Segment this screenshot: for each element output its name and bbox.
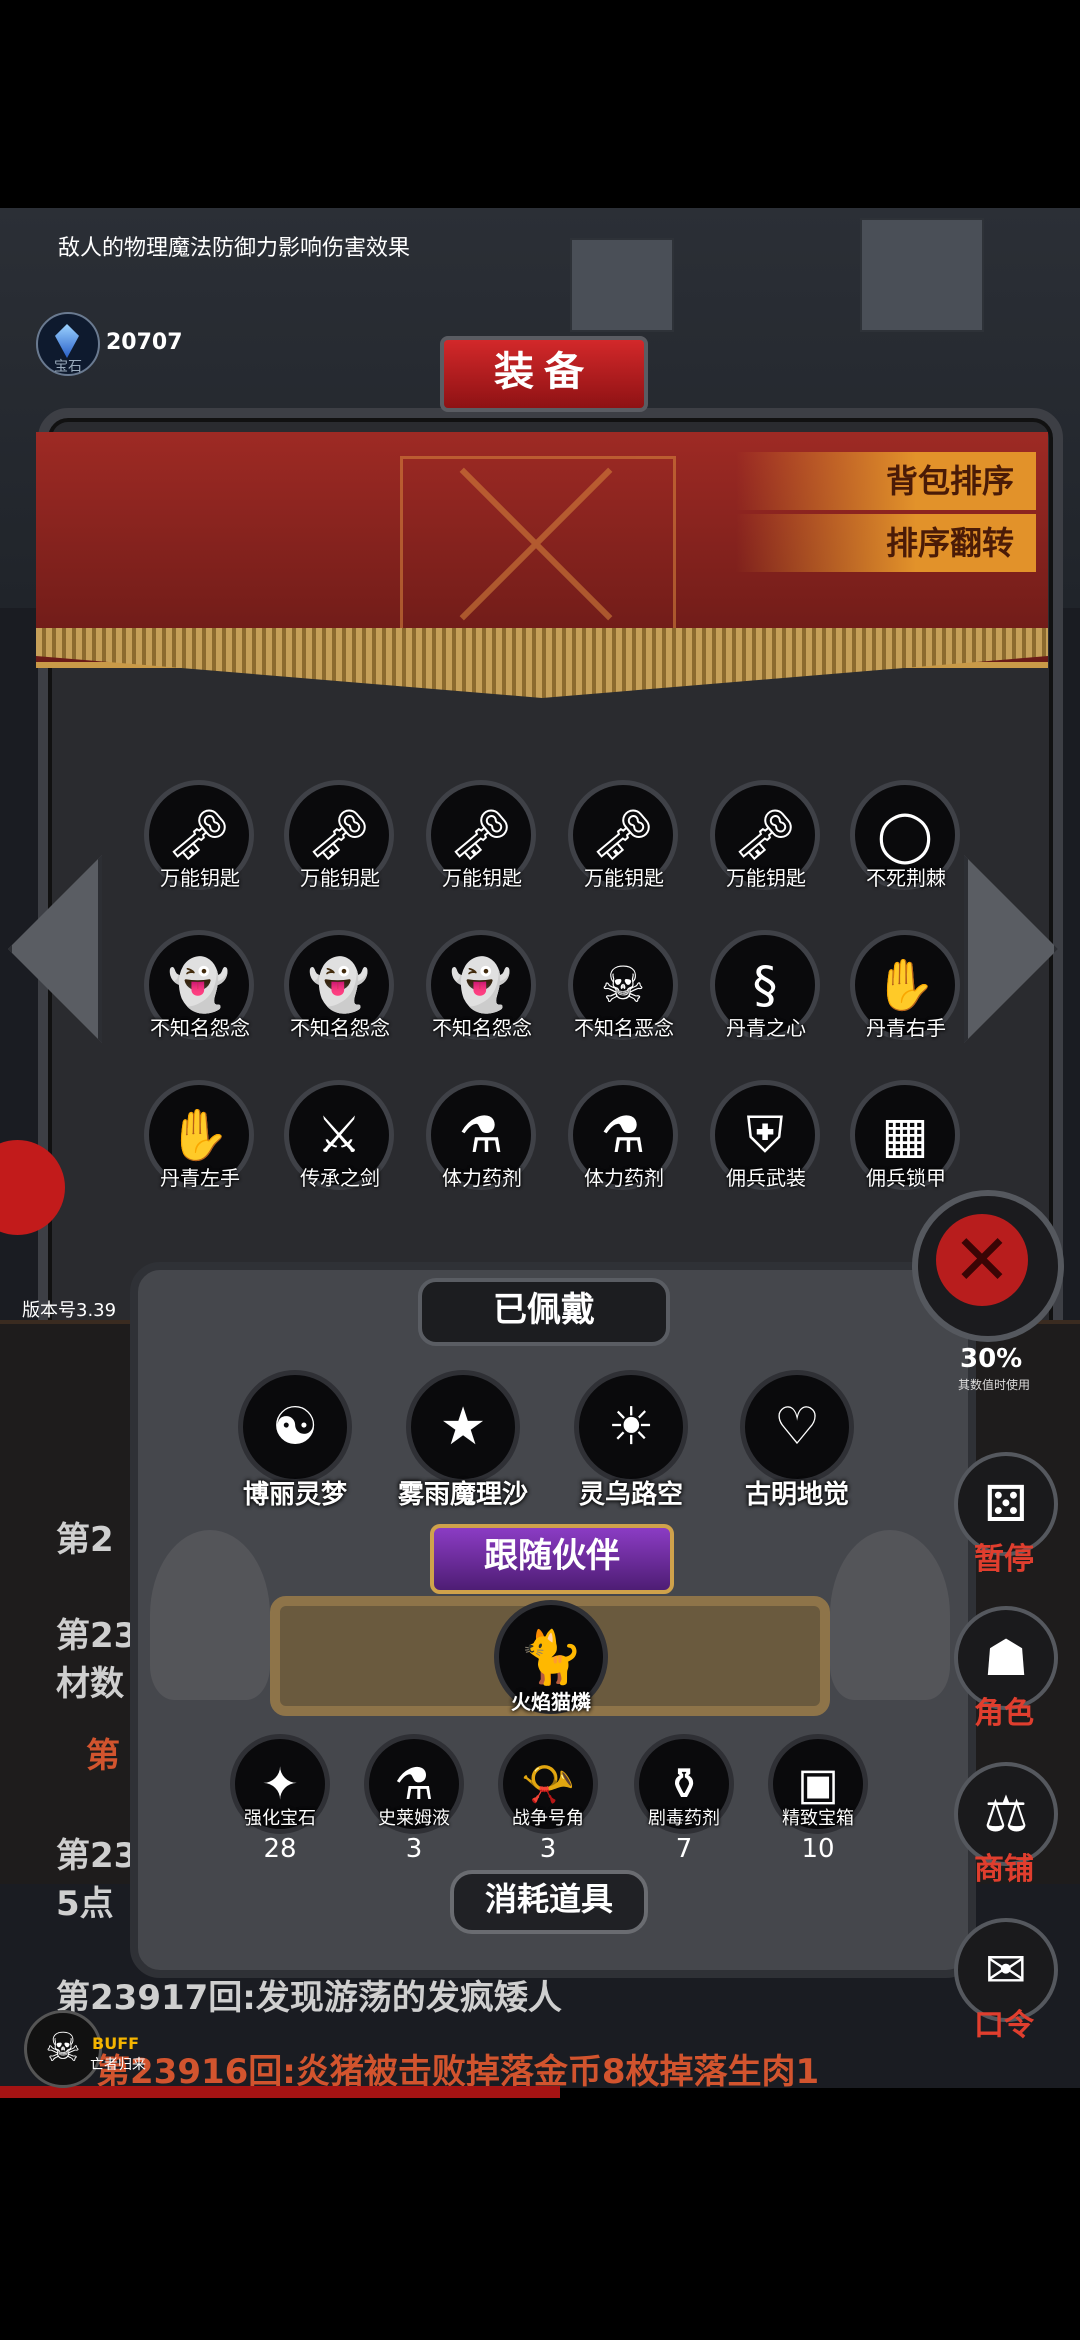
side-button-label: 口令 (974, 2008, 1034, 2043)
inventory-item[interactable]: 🗝 万能钥匙 (280, 776, 400, 916)
dragon-statue-right (830, 1530, 950, 1700)
speed-note: 其数值时使用 (958, 1378, 1031, 1392)
consumable-slot[interactable]: ⚱ 剧毒药剂 7 (634, 1734, 734, 1874)
panel-title: 装备 (440, 336, 648, 412)
hero-slot[interactable]: ♡ 古明地觉 (732, 1370, 862, 1520)
log-line: 第23 (56, 1836, 138, 1876)
hero-portrait: ★ (406, 1370, 520, 1484)
consumable-count: 7 (675, 1834, 693, 1864)
inventory-item[interactable]: ☠ 不知名恶念 (564, 926, 684, 1066)
item-label: 万能钥匙 (160, 866, 240, 890)
hero-slot[interactable]: ☯ 博丽灵梦 (230, 1370, 360, 1520)
hero-portrait: ☯ (238, 1370, 352, 1484)
side-button[interactable]: ⚄ 暂停 (954, 1452, 1058, 1602)
side-button-label: 商铺 (974, 1852, 1034, 1887)
consumable-count: 3 (539, 1834, 557, 1864)
consumable-count: 10 (801, 1834, 835, 1864)
reverse-sort-button[interactable]: 排序翻转 (736, 514, 1036, 572)
inventory-item[interactable]: ▦ 佣兵锁甲 (846, 1076, 966, 1216)
hero-slot[interactable]: ★ 雾雨魔理沙 (398, 1370, 528, 1520)
hero-portrait: ☀ (574, 1370, 688, 1484)
inventory-item[interactable]: ✋ 丹青左手 (140, 1076, 260, 1216)
log-line: 第 (86, 1736, 120, 1776)
sort-backpack-button[interactable]: 背包排序 (736, 452, 1036, 510)
item-label: 万能钥匙 (442, 866, 522, 890)
item-label: 不知名怨念 (150, 1016, 250, 1040)
currency-value: 20707 (106, 330, 183, 355)
buff-label: BUFF (92, 2034, 140, 2053)
close-button[interactable] (912, 1190, 1064, 1342)
item-label: 不知名恶念 (574, 1016, 674, 1040)
inventory-item[interactable]: 🗝 万能钥匙 (564, 776, 684, 916)
consumable-label: 精致宝箱 (782, 1808, 854, 1829)
skull-icon[interactable]: ☠ (24, 2010, 102, 2088)
side-button[interactable]: ✉ 口令 (954, 1918, 1058, 2068)
companion-name: 火焰猫燐 (511, 1690, 591, 1714)
hero-slot[interactable]: ☀ 灵乌路空 (566, 1370, 696, 1520)
log-line: 材数 (56, 1664, 124, 1704)
consumable-count: 28 (263, 1834, 297, 1864)
hero-name: 博丽灵梦 (242, 1480, 347, 1510)
hero-name: 古明地觉 (744, 1480, 849, 1510)
version-label: 版本号3.39 (22, 1300, 117, 1321)
log-line: 5点 (56, 1884, 114, 1924)
item-label: 万能钥匙 (584, 866, 664, 890)
inventory-item[interactable]: 👻 不知名怨念 (422, 926, 542, 1066)
inventory-item[interactable]: ◯ 不死荆棘 (846, 776, 966, 916)
item-label: 万能钥匙 (300, 866, 380, 890)
inventory-item[interactable]: ⚗ 体力药剂 (564, 1076, 684, 1216)
currency-label: 宝石 (54, 359, 82, 375)
consumables-title: 消耗道具 (450, 1870, 648, 1934)
item-label: 万能钥匙 (726, 866, 806, 890)
side-button[interactable]: ☗ 角色 (954, 1606, 1058, 1756)
side-button-label: 角色 (974, 1696, 1034, 1731)
health-bar (0, 2086, 560, 2098)
item-label: 不死荆棘 (866, 866, 946, 890)
stone-pillar (860, 218, 984, 332)
inventory-item[interactable]: ⛨ 佣兵武装 (706, 1076, 826, 1216)
item-label: 传承之剑 (300, 1166, 380, 1190)
equipped-title: 已佩戴 (418, 1278, 670, 1346)
inventory-item[interactable]: ⚔ 传承之剑 (280, 1076, 400, 1216)
item-label: 佣兵武装 (726, 1166, 806, 1190)
log-line: 第2 (56, 1520, 114, 1560)
item-label: 体力药剂 (584, 1166, 664, 1190)
hero-name: 灵乌路空 (578, 1480, 683, 1510)
side-button-label: 暂停 (974, 1542, 1034, 1577)
item-label: 不知名怨念 (290, 1016, 390, 1040)
inventory-item[interactable]: 👻 不知名怨念 (140, 926, 260, 1066)
dragon-statue-left (150, 1530, 270, 1700)
consumable-slot[interactable]: ✦ 强化宝石 28 (230, 1734, 330, 1874)
side-button[interactable]: ⚖ 商铺 (954, 1762, 1058, 1912)
companion-slot[interactable]: 🐈 火焰猫燐 (486, 1600, 616, 1750)
tip-text: 敌人的物理魔法防御力影响伤害效果 (58, 236, 411, 261)
log-line: 第23 (56, 1616, 138, 1656)
inventory-item[interactable]: § 丹青之心 (706, 926, 826, 1066)
item-label: 丹青左手 (160, 1166, 240, 1190)
inventory-item[interactable]: ⚗ 体力药剂 (422, 1076, 542, 1216)
inventory-item[interactable]: 🗝 万能钥匙 (422, 776, 542, 916)
companion-title: 跟随伙伴 (430, 1524, 674, 1594)
hero-name: 雾雨魔理沙 (397, 1480, 528, 1510)
item-label: 佣兵锁甲 (866, 1166, 946, 1190)
consumable-count: 3 (405, 1834, 423, 1864)
item-label: 体力药剂 (442, 1166, 522, 1190)
item-label: 丹青右手 (866, 1016, 946, 1040)
inventory-item[interactable]: ✋ 丹青右手 (846, 926, 966, 1066)
item-label: 丹青之心 (726, 1016, 806, 1040)
consumable-slot[interactable]: 📯 战争号角 3 (498, 1734, 598, 1874)
stone-pillar (570, 238, 674, 332)
consumable-slot[interactable]: ▣ 精致宝箱 10 (768, 1734, 868, 1874)
item-label: 不知名怨念 (432, 1016, 532, 1040)
inventory-item[interactable]: 🗝 万能钥匙 (706, 776, 826, 916)
inventory-item[interactable]: 🗝 万能钥匙 (140, 776, 260, 916)
crossed-swords-crest (400, 456, 676, 632)
speed-value: 30% (960, 1344, 1023, 1374)
inventory-item[interactable]: 👻 不知名怨念 (280, 926, 400, 1066)
buff-name: 亡者归来 (90, 2057, 146, 2073)
hero-portrait: ♡ (740, 1370, 854, 1484)
consumable-slot[interactable]: ⚗ 史莱姆液 3 (364, 1734, 464, 1874)
